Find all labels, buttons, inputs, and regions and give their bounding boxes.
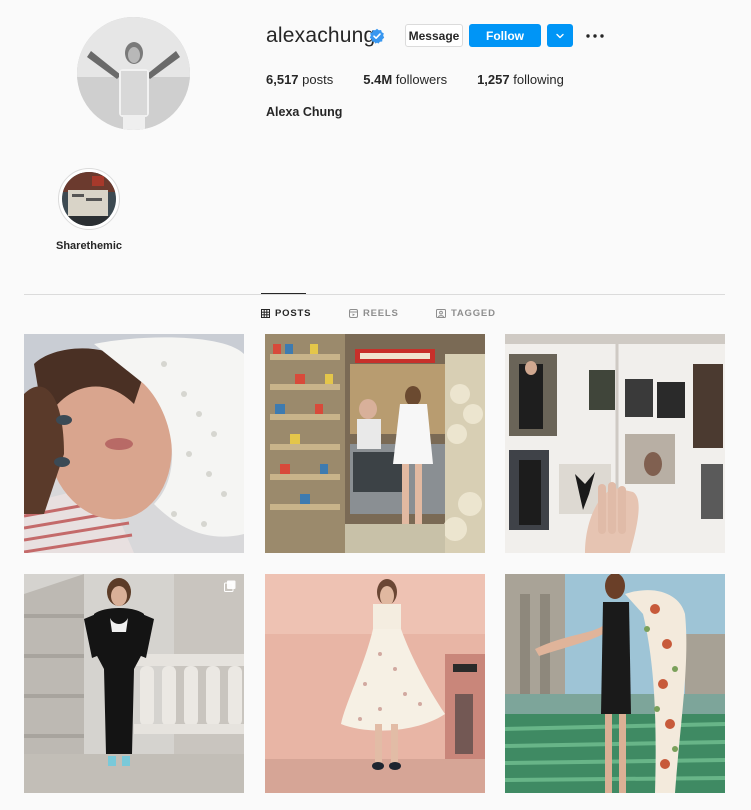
followers-label: followers xyxy=(395,72,448,87)
profile-full-name: Alexa Chung xyxy=(266,105,343,119)
tab-tagged[interactable]: TAGGED xyxy=(436,308,496,319)
post-thumbnail[interactable] xyxy=(265,574,485,793)
following-stat[interactable]: 1,257 following xyxy=(477,72,564,87)
multiple-photos-icon xyxy=(224,580,236,592)
profile-username: alexachung xyxy=(266,24,376,47)
verified-badge-icon xyxy=(369,28,385,44)
tab-tagged-label: TAGGED xyxy=(451,308,496,319)
suggested-dropdown-button[interactable] xyxy=(547,24,573,47)
post-thumbnail[interactable] xyxy=(505,574,725,793)
more-options-icon xyxy=(586,34,604,38)
posts-stat: 6,517 posts xyxy=(266,72,333,87)
followers-stat[interactable]: 5.4M followers xyxy=(363,72,447,87)
tagged-icon xyxy=(436,309,446,318)
message-button[interactable]: Message xyxy=(405,24,463,47)
following-label: following xyxy=(513,72,564,87)
active-tab-indicator xyxy=(261,293,306,294)
profile-tabs: POSTS REELS TAGGED xyxy=(0,308,751,322)
highlight-cover xyxy=(62,172,116,226)
reels-icon xyxy=(349,309,358,318)
highlight-label: Sharethemic xyxy=(55,240,123,252)
tab-reels[interactable]: REELS xyxy=(349,308,399,319)
tab-posts[interactable]: POSTS xyxy=(261,308,311,319)
chevron-down-icon xyxy=(556,33,564,38)
profile-divider xyxy=(24,294,725,295)
tab-posts-label: POSTS xyxy=(275,308,312,319)
tab-reels-label: REELS xyxy=(363,308,399,319)
post-thumbnail[interactable] xyxy=(505,334,725,553)
posts-label: posts xyxy=(302,72,334,87)
profile-avatar[interactable] xyxy=(77,17,190,130)
story-highlight[interactable]: Sharethemic xyxy=(56,168,122,252)
followers-count: 5.4M xyxy=(363,72,393,87)
following-count: 1,257 xyxy=(477,72,510,87)
profile-stats: 6,517 posts 5.4M followers 1,257 followi… xyxy=(266,72,594,87)
grid-icon xyxy=(261,309,270,318)
follow-button[interactable]: Follow xyxy=(469,24,541,47)
more-options-button[interactable] xyxy=(583,28,607,44)
post-thumbnail[interactable] xyxy=(265,334,485,553)
posts-count: 6,517 xyxy=(266,72,299,87)
post-thumbnail[interactable] xyxy=(24,574,244,793)
highlight-ring xyxy=(58,168,120,230)
post-thumbnail[interactable] xyxy=(24,334,244,553)
